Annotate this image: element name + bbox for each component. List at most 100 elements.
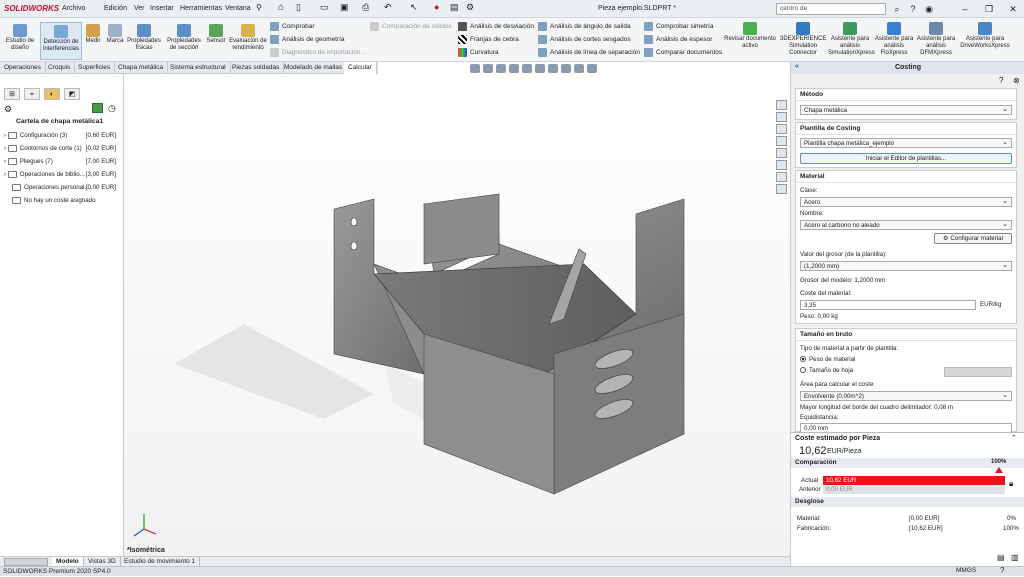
geometry-analysis-button[interactable]: Análisis de geometría [270, 34, 345, 46]
view-palette-icon[interactable] [776, 136, 787, 146]
expand-icon[interactable]: › [4, 171, 6, 178]
tree-item-configuracion[interactable]: › Configuración (3) [0,60 EUR] [4, 132, 120, 139]
view-orientation-icon[interactable] [522, 64, 532, 73]
custom-properties-icon[interactable] [776, 160, 787, 170]
tree-item-biblioteca[interactable]: › Operaciones de biblio... [3,00 EUR] [4, 171, 120, 178]
restore-icon[interactable]: ❐ [982, 3, 996, 15]
tab-calcular[interactable]: Calcular [344, 62, 377, 74]
view-settings-icon[interactable] [587, 64, 597, 73]
section-properties-button[interactable]: Propiedades de sección [164, 24, 204, 52]
report-icon[interactable]: ▤ [997, 553, 1005, 562]
solidworks-forum-icon[interactable] [776, 184, 787, 194]
tab-scroll-icon[interactable] [4, 558, 48, 566]
file-explorer-icon[interactable] [776, 124, 787, 134]
file-properties-icon[interactable]: ▤ [450, 2, 459, 13]
radio-peso[interactable]: Peso de material [800, 356, 855, 363]
simulation-connector-button[interactable]: 3DEXPERIENCE Simulation Connector [780, 22, 826, 57]
sensor-button[interactable]: Sensor [204, 24, 228, 45]
mass-properties-button[interactable]: Propiedades físicas [126, 24, 162, 52]
expand-icon[interactable]: › [4, 158, 6, 165]
metodo-select[interactable]: Chapa metálica [800, 105, 1012, 115]
thickness-analysis-button[interactable]: Análisis de espesor [644, 34, 712, 46]
nombre-select[interactable]: Acero al carbono no aleado [800, 220, 1012, 230]
dfmxpress-button[interactable]: Asistente para análisis DFMXpress [916, 22, 956, 57]
section-view-icon[interactable] [509, 64, 519, 73]
select-icon[interactable]: ↖ [410, 2, 418, 13]
tab-croquis[interactable]: Croquis [44, 62, 76, 74]
home-icon[interactable]: ⌂ [278, 2, 284, 13]
tab-modelado-mallas[interactable]: Modelado de mallas [280, 62, 348, 74]
driveworksxpress-button[interactable]: Asistente para DriveWorksXpress [958, 22, 1012, 50]
tab-chapa-metalica[interactable]: Chapa metálica [114, 62, 169, 74]
tree-item-personalizadas[interactable]: Operaciones personal... [0,00 EUR] [4, 184, 120, 191]
config-manager-tab-icon[interactable]: ◐ [44, 88, 60, 100]
undercut-analysis-button[interactable]: Análisis de cortes sesgados [538, 34, 631, 46]
resources-icon[interactable] [776, 100, 787, 110]
draft-analysis-button[interactable]: Análisis de ángulo de salida [538, 21, 631, 33]
compare-bodies-button[interactable]: Comparación de sólidos [370, 21, 452, 33]
expand-icon[interactable]: › [4, 145, 6, 152]
area-select[interactable]: Envolvente (0,00m^2) [800, 391, 1012, 401]
configure-material-button[interactable]: ⚙ Configurar material [934, 233, 1012, 244]
tree-item-contornos[interactable]: › Contornos de corte (1) [0,02 EUR] [4, 145, 120, 152]
tab-superficies[interactable]: Superficies [74, 62, 116, 74]
user-icon[interactable]: ◉ [922, 3, 936, 15]
curvature-button[interactable]: Curvatura [458, 47, 499, 59]
design-study-button[interactable]: Estudio de diseño [2, 24, 38, 52]
menu-insertar[interactable]: Insertar [150, 5, 174, 12]
menu-edicion[interactable]: Edición [104, 5, 127, 12]
export-icon[interactable]: ▥ [1011, 553, 1019, 562]
tab-sistema-estructural[interactable]: Sistema estructural [166, 62, 231, 74]
costing-icon[interactable] [776, 172, 787, 182]
performance-button[interactable]: Evaluación de rendimiento [228, 24, 268, 52]
simulationxpress-button[interactable]: Asistente para análisis SimulationXpress [828, 22, 875, 57]
units-selector[interactable]: MMGS [956, 567, 976, 574]
radio-icon[interactable] [800, 367, 806, 374]
appearances-icon[interactable] [776, 148, 787, 158]
open-icon[interactable]: ▭ [320, 2, 329, 13]
tree-item-sin-coste[interactable]: No hay un coste asignado [4, 197, 120, 204]
menu-ventana[interactable]: Ventana [225, 5, 251, 12]
lock-icon[interactable]: 🔒︎ [1009, 479, 1013, 489]
search-icon[interactable]: ⌕ [890, 3, 904, 15]
feature-tree-tab-icon[interactable]: ⊞ [4, 88, 20, 100]
menu-ver[interactable]: Ver [134, 5, 145, 12]
options-gear-icon[interactable]: ⚙ [466, 2, 474, 13]
help-status-icon[interactable]: ? [1000, 566, 1004, 575]
symmetry-check-button[interactable]: Comprobar simetría [644, 21, 713, 33]
help-icon[interactable]: ? [999, 76, 1003, 85]
collapse-summary-icon[interactable]: ⌃ [1011, 434, 1017, 442]
search-input[interactable]: centro de [776, 3, 886, 15]
solidworks-logo[interactable]: SOLIDWORKS [4, 4, 59, 13]
radio-selected-icon[interactable] [800, 356, 806, 363]
menu-archivo[interactable]: Archivo [62, 5, 85, 12]
rebuild-icon[interactable]: ● [434, 2, 439, 12]
help-icon[interactable]: ? [906, 3, 920, 15]
set-baseline-icon[interactable] [995, 467, 1003, 473]
zebra-stripes-button[interactable]: Franjas de cebra [458, 34, 519, 46]
check-button[interactable]: Comprobar [270, 21, 315, 33]
scene-icon[interactable] [574, 64, 584, 73]
expand-icon[interactable]: › [4, 132, 6, 139]
check-active-document-button[interactable]: Revisar documento activo [722, 22, 778, 50]
design-library-icon[interactable] [776, 112, 787, 122]
undo-icon[interactable]: ↶ [384, 2, 392, 13]
radio-tamano-hoja[interactable]: Tamaño de hoja [800, 367, 853, 374]
tree-item-pliegues[interactable]: › Pliegues (7) [7,00 EUR] [4, 158, 120, 165]
print-icon[interactable]: ⎙ [362, 2, 369, 13]
part-model[interactable] [124, 74, 790, 556]
measure-button[interactable]: Medir [84, 24, 102, 45]
close-pane-icon[interactable]: ⊗ [1013, 76, 1020, 85]
pin-icon[interactable]: ⚲ [256, 3, 262, 12]
tab-operaciones[interactable]: Operaciones [0, 62, 46, 74]
sheet-size-select[interactable] [944, 367, 1012, 377]
new-document-icon[interactable]: ▯ [296, 2, 301, 13]
appearance-icon[interactable] [561, 64, 571, 73]
compare-documents-button[interactable]: Comparar documentos [644, 47, 722, 59]
parting-line-button[interactable]: Análisis de línea de separación [538, 47, 640, 59]
tab-piezas-soldadas[interactable]: Piezas soldadas [228, 62, 285, 74]
template-editor-button[interactable]: Iniciar el Editor de plantillas... [800, 153, 1012, 164]
close-icon[interactable]: ✕ [1006, 3, 1020, 15]
zoom-area-icon[interactable] [483, 64, 493, 73]
markup-button[interactable]: Marca [104, 24, 126, 45]
